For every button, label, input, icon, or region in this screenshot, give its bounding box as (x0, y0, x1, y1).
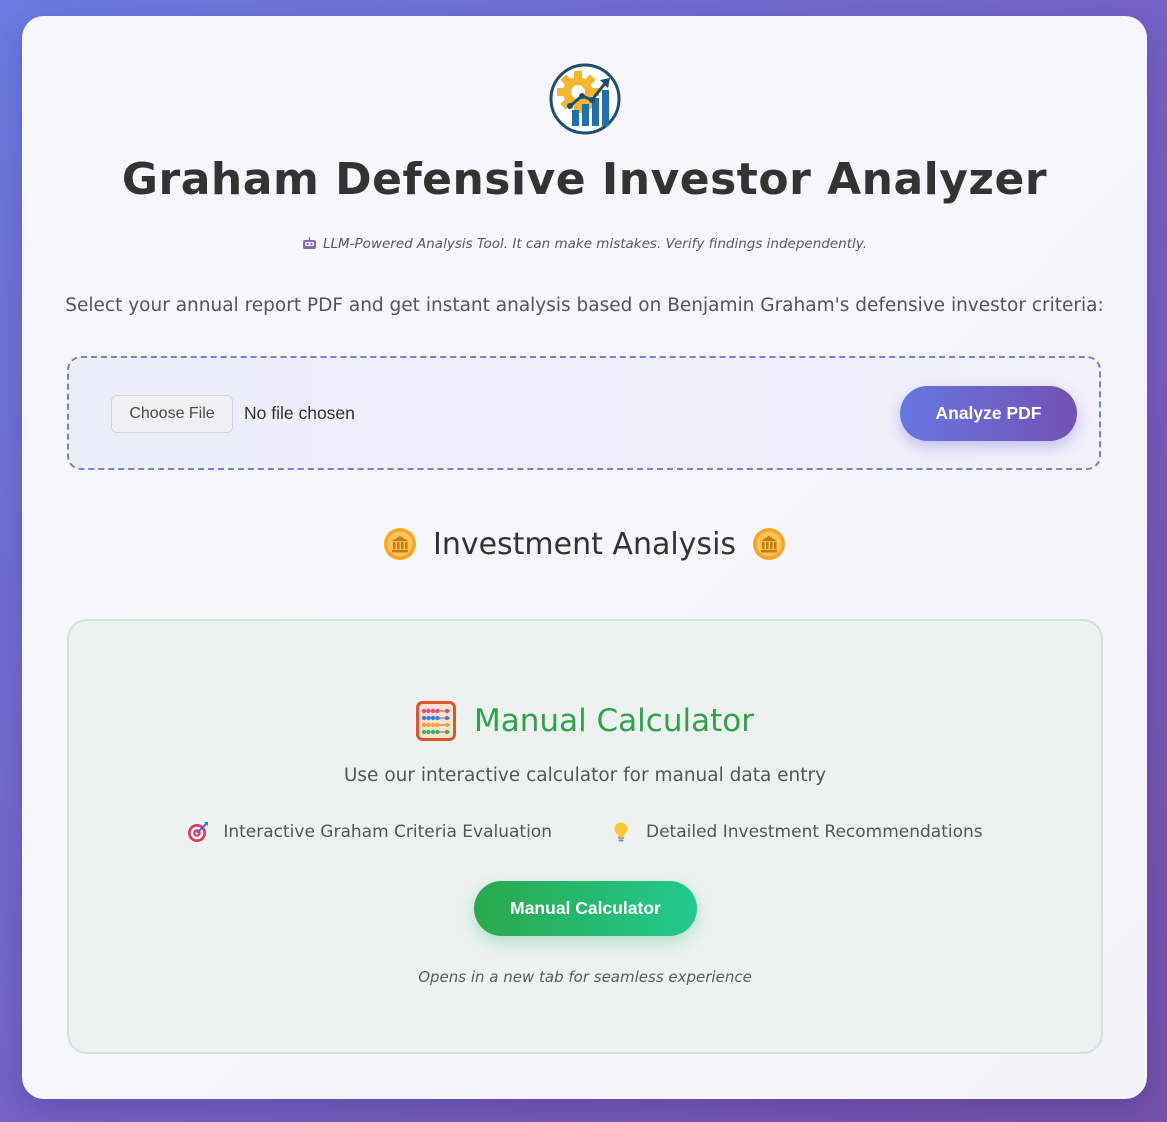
intro-text: Select your annual report PDF and get in… (65, 295, 1104, 316)
choose-file-button[interactable]: Choose File (111, 395, 233, 433)
feature-label: Detailed Investment Recommendations (645, 822, 983, 842)
manual-calculator-title: Manual Calculator (474, 703, 754, 739)
page-title: Graham Defensive Investor Analyzer (121, 154, 1048, 205)
feature-label: Interactive Graham Criteria Evaluation (223, 822, 552, 842)
robot-icon (302, 237, 316, 249)
file-status-text: No file chosen (244, 403, 355, 423)
main-card: Graham Defensive Investor Analyzer LLM-P… (22, 16, 1147, 1099)
manual-calculator-button[interactable]: Manual Calculator (474, 881, 697, 936)
lightbulb-icon (614, 822, 628, 842)
target-icon (188, 822, 209, 842)
bank-coin-icon (383, 528, 416, 560)
section-title: Investment Analysis (432, 526, 737, 562)
gear-growth-chart-icon (549, 63, 621, 135)
upload-dropzone[interactable]: Choose File No file chosen Analyze PDF (67, 356, 1101, 470)
ai-disclaimer: LLM-Powered Analysis Tool. It can make m… (22, 236, 1147, 252)
manual-calculator-panel: Manual Calculator Use our interactive ca… (67, 619, 1103, 1054)
investment-analysis-heading: Investment Analysis (22, 522, 1147, 566)
new-tab-note: Opens in a new tab for seamless experien… (418, 968, 752, 986)
manual-calculator-subtitle: Use our interactive calculator for manua… (343, 765, 827, 786)
disclaimer-text: LLM-Powered Analysis Tool. It can make m… (322, 236, 867, 252)
manual-calculator-heading: Manual Calculator (69, 701, 1101, 741)
abacus-icon (416, 701, 457, 741)
feature-list: Interactive Graham Criteria Evaluation D… (69, 821, 1101, 843)
feature-item: Interactive Graham Criteria Evaluation (187, 821, 552, 843)
feature-item: Detailed Investment Recommendations (610, 821, 983, 843)
analyze-pdf-button[interactable]: Analyze PDF (900, 386, 1077, 441)
bank-coin-icon (753, 528, 786, 560)
